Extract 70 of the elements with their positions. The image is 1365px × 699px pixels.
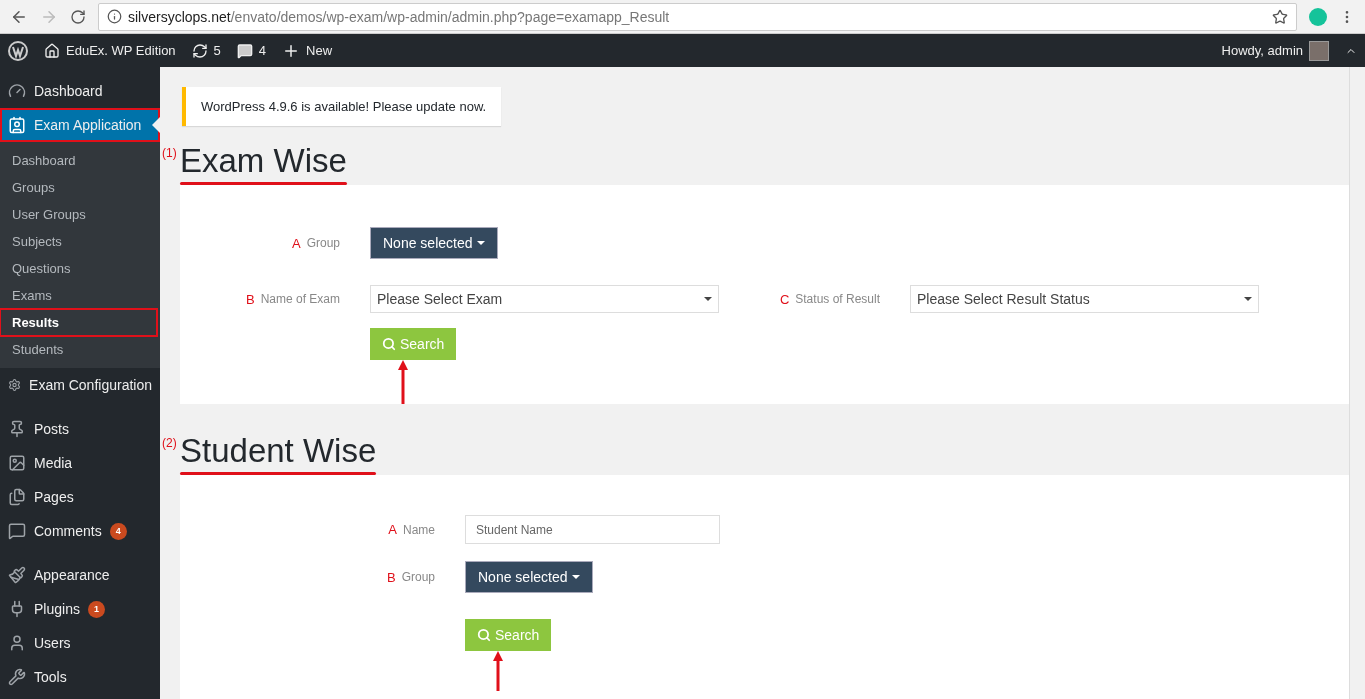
menu-item[interactable]: Tools (0, 660, 160, 694)
menu-item[interactable]: Exam Configuration (0, 368, 160, 402)
menu-item[interactable]: Comments 4 (0, 514, 160, 548)
field-label: Status of Result (795, 292, 880, 306)
annotation-number: (2) (162, 436, 178, 450)
count-badge: 4 (109, 522, 127, 540)
menu-item[interactable]: Pages (0, 480, 160, 514)
updates-count[interactable]: 5 (213, 43, 221, 58)
annotation-number: (1) (162, 146, 178, 160)
new-link[interactable]: New (306, 43, 333, 58)
comment-icon[interactable] (236, 42, 253, 59)
menu-item[interactable]: Media (0, 446, 160, 480)
comments-count[interactable]: 4 (258, 43, 267, 58)
menu-item[interactable]: Plugins 1 (0, 592, 160, 626)
dashboard-icon (8, 82, 26, 100)
info-icon[interactable] (107, 9, 122, 24)
annotation-letter: A (291, 235, 301, 251)
annotation-letter: C (779, 291, 790, 307)
media-icon (8, 454, 26, 472)
home-icon[interactable] (44, 42, 60, 59)
wrench-icon (8, 668, 26, 686)
contact-card-icon (8, 116, 26, 134)
star-icon[interactable] (1272, 8, 1288, 25)
address-field[interactable]: silversyclops.net/envato/demos/wp-exam/wp-admin/admin.php?page=examapp_Result (98, 2, 1297, 31)
name-input[interactable]: Student Name (465, 515, 720, 544)
site-link[interactable]: EduEx. WP Edition (66, 43, 176, 58)
menu-item[interactable]: Exam Application (0, 108, 160, 142)
annotation-letter: B (386, 569, 396, 585)
menu-item[interactable]: Dashboard (0, 74, 160, 108)
count-badge: 1 (87, 600, 105, 618)
submenu-item[interactable]: Dashboard (0, 147, 157, 174)
submenu-item[interactable]: Subjects (0, 228, 157, 255)
paintbrush-icon (8, 566, 26, 584)
pin-icon (8, 420, 26, 438)
avatar-placeholder (1309, 40, 1329, 61)
pages-icon (8, 488, 26, 506)
logo-icon[interactable] (8, 40, 28, 61)
comment-icon (8, 522, 26, 540)
field-label: Group (306, 236, 340, 250)
select-field[interactable]: Please Select Exam (370, 285, 719, 313)
gear-icon (8, 376, 22, 394)
user-icon (8, 634, 26, 652)
field-label: Group (401, 570, 435, 584)
menu-item[interactable]: Posts (0, 412, 160, 446)
search-icon (477, 628, 491, 642)
annotation-arrow (493, 651, 503, 691)
section-title: Student Wise (180, 432, 377, 470)
menu-item[interactable]: Users (0, 626, 160, 660)
group-dropdown[interactable]: None selected (465, 561, 593, 593)
annotation-arrow (398, 360, 408, 404)
group-dropdown[interactable]: None selected (370, 227, 498, 259)
select-field[interactable]: Please Select Result Status (910, 285, 1259, 313)
greeting-link[interactable]: Howdy, admin (1221, 43, 1303, 58)
field-label: Name of Exam (260, 292, 340, 306)
submenu-item[interactable]: User Groups (0, 201, 157, 228)
menu-item[interactable]: Appearance (0, 558, 160, 592)
search-icon (382, 337, 396, 351)
submenu-item[interactable]: Exams (0, 282, 157, 309)
submenu-item[interactable]: Groups (0, 174, 157, 201)
submenu-item[interactable]: Questions (0, 255, 157, 282)
field-label: Name (403, 522, 435, 537)
reload-icon[interactable] (70, 8, 86, 25)
annotation-letter: A (388, 522, 397, 537)
submenu-item[interactable]: Results (0, 309, 157, 336)
section-title: Exam Wise (180, 142, 347, 180)
updates-icon[interactable] (191, 42, 208, 59)
update-notice: WordPress 4.9.6 is available! Please update now. (182, 87, 502, 126)
url-text: silversyclops.net/envato/demos/wp-exam/wp-admin/admin.php?page=examapp_Result (128, 8, 670, 25)
submenu-item[interactable]: Students (0, 336, 157, 363)
annotation-letter: B (245, 291, 255, 307)
